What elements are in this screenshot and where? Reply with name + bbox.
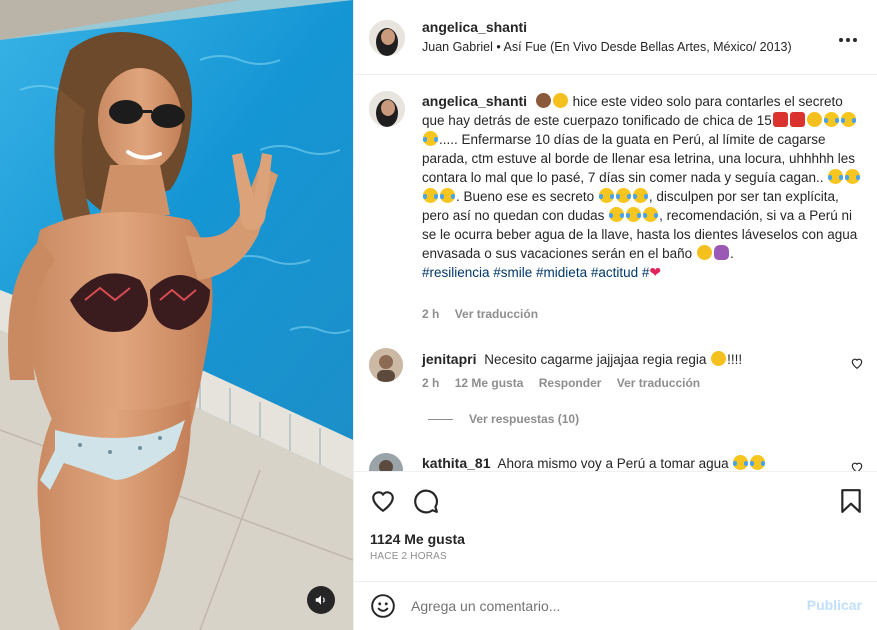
caption-text-3: . Bueno ese es secreto	[456, 189, 595, 204]
comment-input[interactable]	[411, 594, 791, 618]
comment-time[interactable]: 2 h	[422, 376, 439, 390]
person-emoji	[772, 112, 788, 127]
laughing-crying-emoji	[423, 188, 438, 203]
comment-meta: 2 h 12 Me gusta Responder Ver traducción	[422, 376, 712, 390]
comment-username[interactable]: jenitapri	[422, 351, 476, 367]
see-no-evil-monkey-emoji	[535, 93, 551, 108]
save-bookmark-icon[interactable]	[838, 488, 864, 514]
smiling-face-emoji	[806, 112, 822, 127]
avatar-image	[369, 91, 405, 127]
laughing-crying-emoji	[750, 455, 766, 470]
post-header: angelica_shanti Juan Gabriel • Así Fue (…	[354, 0, 877, 75]
comments-section[interactable]: angelica_shanti hice este video solo par…	[354, 76, 877, 471]
comment-item: kathita_81 Ahora mismo voy a Perú a toma…	[422, 454, 842, 471]
audio-artist[interactable]: Juan Gabriel	[422, 40, 493, 54]
caption-translate-link[interactable]: Ver traducción	[455, 307, 538, 321]
comment-likes[interactable]: 12 Me gusta	[455, 376, 524, 390]
author-avatar[interactable]	[369, 20, 405, 56]
caption-username[interactable]: angelica_shanti	[422, 93, 527, 109]
post-caption: angelica_shanti hice este video solo par…	[422, 92, 862, 282]
commenter-avatar[interactable]	[369, 348, 403, 382]
likes-count[interactable]: 1124 Me gusta	[370, 531, 465, 547]
reply-button[interactable]: Responder	[539, 376, 602, 390]
more-options-button[interactable]	[838, 26, 858, 49]
laughing-crying-emoji	[823, 112, 839, 127]
person-shrugging-emoji	[713, 245, 729, 260]
audio-separator: •	[496, 40, 501, 54]
post-actions: 1124 Me gusta HACE 2 HORAS	[354, 471, 877, 581]
caption-text-6: .	[729, 246, 734, 261]
speaker-icon	[315, 595, 325, 605]
avatar-image	[369, 348, 403, 382]
audio-toggle-button[interactable]	[307, 586, 335, 614]
caption-avatar[interactable]	[369, 91, 405, 127]
add-comment-bar: Publicar	[354, 581, 877, 630]
laughing-crying-emoji	[423, 131, 438, 146]
laughing-crying-emoji	[609, 207, 625, 222]
post-timestamp[interactable]: HACE 2 HORAS	[370, 551, 447, 562]
comment-translate-link[interactable]: Ver traducción	[617, 376, 700, 390]
caption-time[interactable]: 2 h	[422, 307, 439, 321]
caption-text-2: ..... Enfermarse 10 días de la guata en …	[422, 132, 856, 185]
like-comment-heart-icon[interactable]	[850, 460, 864, 471]
laughing-crying-emoji	[598, 188, 614, 203]
caption-meta: 2 h Ver traducción	[422, 307, 550, 321]
clapping-hands-emoji	[711, 351, 727, 366]
comment-text: Necesito cagarme jajjajaa regia regia	[484, 352, 707, 367]
publish-button[interactable]: Publicar	[807, 597, 862, 613]
laughing-crying-emoji	[733, 455, 749, 470]
laughing-crying-emoji	[828, 169, 844, 184]
laughing-crying-emoji	[632, 188, 648, 203]
avatar-image	[369, 20, 405, 56]
like-heart-icon[interactable]	[370, 488, 396, 514]
comment-bubble-icon[interactable]	[413, 488, 439, 514]
smiling-face-emoji	[552, 93, 568, 108]
post-video[interactable]	[0, 0, 353, 630]
post-panel: angelica_shanti Juan Gabriel • Así Fue (…	[353, 0, 877, 630]
view-replies-button[interactable]: Ver respuestas (10)	[428, 412, 579, 426]
view-replies-label: Ver respuestas (10)	[469, 412, 580, 426]
collision-emoji	[789, 112, 805, 127]
smiling-face-emoji	[696, 245, 712, 260]
commenter-avatar[interactable]	[369, 453, 403, 471]
emoji-picker-icon[interactable]	[370, 593, 396, 619]
like-comment-heart-icon[interactable]	[850, 356, 864, 370]
comment-suffix: !!!!	[727, 352, 743, 367]
video-frame	[0, 0, 353, 630]
comment-item: jenitapri Necesito cagarme jajjajaa regi…	[422, 350, 822, 369]
hashtags[interactable]: #resiliencia #smile #midieta #actitud #	[422, 265, 649, 280]
laughing-crying-emoji	[615, 188, 631, 203]
author-username[interactable]: angelica_shanti	[422, 19, 527, 35]
laughing-crying-emoji	[840, 112, 856, 127]
laughing-crying-emoji	[643, 207, 659, 222]
red-heart-emoji: ❤	[649, 264, 662, 280]
audio-info: Juan Gabriel • Así Fue (En Vivo Desde Be…	[422, 40, 792, 54]
replies-divider	[428, 418, 453, 420]
laughing-crying-emoji	[626, 207, 642, 222]
more-horizontal-icon	[839, 38, 857, 42]
avatar-image	[369, 453, 403, 471]
comment-text: Ahora mismo voy a Perú a tomar agua	[497, 456, 729, 471]
comment-username[interactable]: kathita_81	[422, 455, 490, 471]
laughing-crying-emoji	[845, 169, 861, 184]
audio-title[interactable]: Así Fue (En Vivo Desde Bellas Artes, Méx…	[504, 40, 792, 54]
laughing-crying-emoji	[440, 188, 455, 203]
